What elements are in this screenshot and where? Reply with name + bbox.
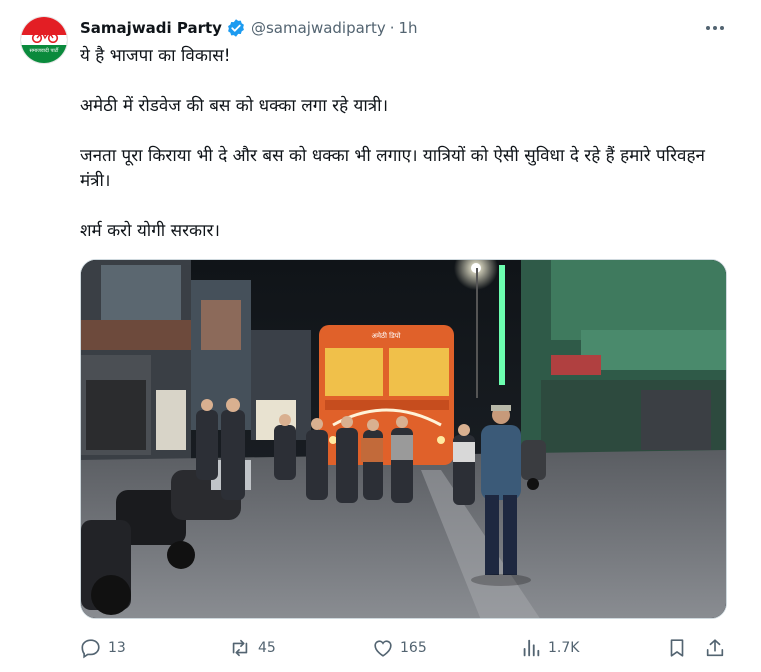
reply-button[interactable]: 13 <box>80 634 126 662</box>
like-button[interactable]: 165 <box>372 634 427 662</box>
reply-icon <box>81 639 100 659</box>
bookmark-icon <box>670 639 684 657</box>
views-count: 1.7K <box>548 640 580 656</box>
share-button[interactable] <box>704 634 732 662</box>
tweet-actions-bar: 13 45 165 1.7K <box>80 634 730 662</box>
post-timestamp[interactable]: 1h <box>399 19 418 37</box>
tweet-text-line-4: शर्म करो योगी सरकार। <box>80 221 220 241</box>
bookmark-button[interactable] <box>666 634 694 662</box>
views-icon <box>523 639 540 657</box>
repost-icon <box>232 639 248 657</box>
author-handle[interactable]: @samajwadiparty <box>251 19 386 37</box>
author-name[interactable]: Samajwadi Party <box>80 19 222 37</box>
tweet-text-line-1: ये है भाजपा का विकास! <box>80 46 231 66</box>
like-count: 165 <box>400 640 427 656</box>
avatar-caption: समाजवादी पार्टी <box>29 48 59 54</box>
tweet-text-line-3: जनता पूरा किराया भी दे और बस को धक्का भी… <box>80 146 705 191</box>
bus-sign: अमेठी डिपो <box>372 331 401 340</box>
avatar[interactable]: समाजवादी पार्टी <box>20 16 68 64</box>
tweet-media-image[interactable]: अमेठी डिपो <box>80 259 727 619</box>
tweet-text-line-2: अमेठी में रोडवेज की बस को धक्का लगा रहे … <box>80 96 389 116</box>
tweet-header: Samajwadi Party @samajwadiparty · 1h <box>80 17 418 39</box>
night-street-photo: अमेठी डिपो <box>81 260 726 618</box>
more-options-icon[interactable] <box>703 18 727 38</box>
reply-count: 13 <box>108 640 126 656</box>
header-separator: · <box>389 19 395 37</box>
repost-button[interactable]: 45 <box>228 634 276 662</box>
verified-badge-icon[interactable] <box>226 18 246 38</box>
heart-icon <box>374 640 392 657</box>
share-icon <box>706 639 724 657</box>
repost-count: 45 <box>258 640 276 656</box>
bicycle-icon <box>31 29 59 43</box>
views-button[interactable]: 1.7K <box>520 634 579 662</box>
tweet-card[interactable]: समाजवादी पार्टी Samajwadi Party @samajwa… <box>0 0 761 672</box>
